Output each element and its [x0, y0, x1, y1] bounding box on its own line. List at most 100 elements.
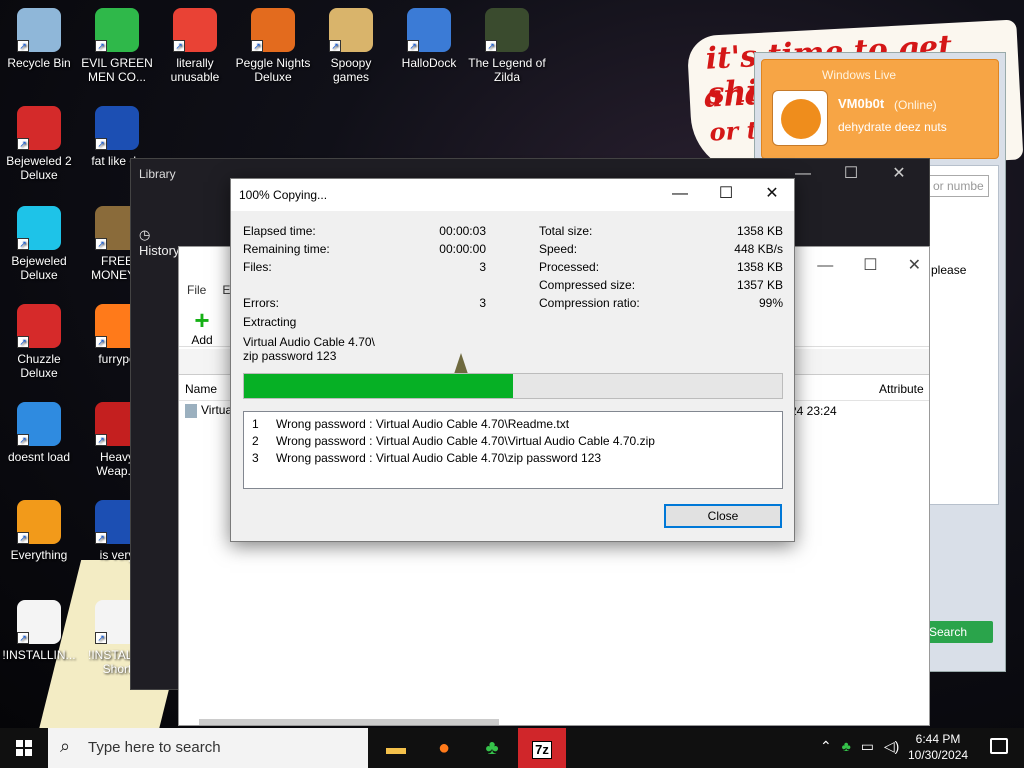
- desktop-icon[interactable]: ↗ Recycle Bin: [0, 8, 78, 70]
- windows-icon: ↗: [407, 8, 451, 52]
- desktop-icon-label: Spoopy games: [330, 56, 372, 84]
- mpl-icon: ↗: [95, 106, 139, 150]
- add-label: Add: [191, 333, 213, 347]
- stat-label-errors: Errors:: [243, 296, 279, 310]
- desktop-icon[interactable]: ↗ Spoopy games: [312, 8, 390, 84]
- column-name[interactable]: Name: [185, 382, 217, 396]
- close-button[interactable]: Close: [664, 504, 782, 528]
- sidebar-item-history[interactable]: ◷ History: [131, 223, 179, 258]
- avatar[interactable]: [772, 90, 828, 146]
- firefox-icon[interactable]: ●: [420, 728, 468, 768]
- progress-dialog[interactable]: 100% Copying... — ☐ ✕ Elapsed time: 00:0…: [230, 178, 795, 542]
- search-button[interactable]: Search: [923, 621, 993, 643]
- dialog-title: 100% Copying...: [239, 188, 328, 202]
- notification-icon[interactable]: [990, 738, 1008, 754]
- desktop-icon[interactable]: ↗ Bejeweled 2 Deluxe: [0, 106, 78, 182]
- desktop-icon[interactable]: ↗ Chuzzle Deluxe: [0, 304, 78, 380]
- speaker-icon[interactable]: ◁): [884, 738, 899, 754]
- stat-label-compressed-size: Compressed size:: [539, 278, 636, 292]
- desktop-icon-label: literally unusable: [170, 56, 220, 84]
- stat-label-remaining: Remaining time:: [243, 242, 330, 256]
- desktop-icon[interactable]: ↗ Peggle Nights Deluxe: [234, 8, 312, 84]
- current-file-line-2: zip password 123: [243, 349, 337, 363]
- desktop-icon-label: Bejeweled 2 Deluxe: [6, 154, 72, 182]
- network-icon[interactable]: ▭: [861, 738, 874, 754]
- desktop-icon[interactable]: ↗ Bejeweled Deluxe: [0, 206, 78, 282]
- sidebar-item-label: History: [139, 243, 180, 258]
- stat-label-elapsed: Elapsed time:: [243, 224, 316, 238]
- list-item[interactable]: 3 Wrong password : Virtual Audio Cable 4.…: [252, 451, 601, 465]
- table-row[interactable]: Virtual: [185, 403, 235, 418]
- 7zip-icon[interactable]: 7z: [518, 728, 566, 768]
- desktop-icon-label: HalloDock: [401, 56, 457, 70]
- taskbar: ⌕ Type here to search ▬ ● ♣ 7z ⌃ ♣ ▭ ◁) …: [0, 728, 1024, 768]
- desktop-icon[interactable]: ↗ doesnt load: [0, 402, 78, 464]
- desktop-icon[interactable]: ↗ Everything: [0, 500, 78, 562]
- stat-label-compression-ratio: Compression ratio:: [539, 296, 640, 310]
- desktop-icon[interactable]: ↗ HalloDock: [390, 8, 468, 70]
- row-date: 24 23:24: [790, 404, 837, 418]
- library-caption-buttons: — ☐ ✕: [779, 159, 929, 189]
- phone-number-input[interactable]: or numbe: [929, 175, 989, 197]
- user-status[interactable]: (Online): [894, 98, 937, 112]
- personal-message[interactable]: dehydrate deez nuts: [838, 120, 947, 134]
- desktop-icon[interactable]: ↗ The Legend of Zilda: [468, 8, 546, 84]
- start-button[interactable]: [0, 728, 48, 768]
- chrome-icon: ↗: [173, 8, 217, 52]
- current-file-line-1: Virtual Audio Cable 4.70\: [243, 335, 375, 349]
- maximize-icon[interactable]: ☐: [863, 257, 877, 274]
- message-text: Wrong password : Virtual Audio Cable 4.7…: [276, 417, 570, 431]
- recycle-bin-icon: ↗: [17, 8, 61, 52]
- desktop-icon[interactable]: ↗ !INSTALLIN...: [0, 600, 78, 662]
- stat-value-speed: 448 KB/s: [734, 242, 783, 256]
- menu-file[interactable]: File: [179, 279, 214, 301]
- maximize-icon[interactable]: ☐: [703, 179, 749, 211]
- fm-caption-buttons: — ☐ ✕: [787, 255, 921, 275]
- shortcut-arrow-icon: ↗: [485, 40, 497, 52]
- desktop-icon[interactable]: ↗ literally unusable: [156, 8, 234, 84]
- clock-date: 10/30/2024: [908, 748, 969, 762]
- chevron-up-icon[interactable]: ⌃: [820, 738, 832, 754]
- stat-label-files: Files:: [243, 260, 272, 274]
- shortcut-arrow-icon: ↗: [17, 532, 29, 544]
- file-explorer-icon[interactable]: ▬: [372, 728, 420, 768]
- taskbar-search-box[interactable]: ⌕ Type here to search: [48, 728, 368, 768]
- user-name: VM0b0t: [838, 96, 885, 111]
- error-message-list[interactable]: 1 Wrong password : Virtual Audio Cable 4.…: [243, 411, 783, 489]
- messenger-icon[interactable]: ♣: [468, 728, 516, 768]
- messenger-title: Windows Live: [822, 68, 897, 82]
- dialog-titlebar: 100% Copying... — ☐ ✕: [231, 179, 794, 211]
- close-icon[interactable]: ✕: [749, 179, 795, 211]
- close-icon[interactable]: ✕: [875, 159, 923, 189]
- list-item[interactable]: 1 Wrong password : Virtual Audio Cable 4.…: [252, 417, 569, 431]
- windows-logo-icon: [16, 740, 32, 756]
- minimize-icon[interactable]: —: [817, 257, 833, 274]
- plus-icon: +: [194, 305, 210, 335]
- shortcut-arrow-icon: ↗: [95, 138, 107, 150]
- minimize-icon[interactable]: —: [657, 179, 703, 211]
- stat-value-compression-ratio: 99%: [758, 296, 783, 310]
- message-number: 3: [252, 451, 259, 465]
- gem-icon: ↗: [17, 206, 61, 250]
- messenger-tray-icon[interactable]: ♣: [842, 738, 851, 754]
- shortcut-arrow-icon: ↗: [251, 40, 263, 52]
- progress-fill: [244, 374, 513, 398]
- desktop-icon-label: Bejeweled Deluxe: [11, 254, 67, 282]
- desktop-icon[interactable]: ↗ EVIL GREEN MEN CO...: [78, 8, 156, 84]
- desktop-icon-label: Chuzzle Deluxe: [17, 352, 61, 380]
- zelda-icon: ↗: [485, 8, 529, 52]
- peggle-icon: ↗: [251, 8, 295, 52]
- list-item[interactable]: 2 Wrong password : Virtual Audio Cable 4.…: [252, 434, 655, 448]
- desktop-icon-label: Recycle Bin: [7, 56, 71, 70]
- maximize-icon[interactable]: ☐: [827, 159, 875, 189]
- thunderbird-icon: ↗: [17, 402, 61, 446]
- shortcut-arrow-icon: ↗: [95, 532, 107, 544]
- add-button[interactable]: + Add: [187, 307, 217, 347]
- column-attributes[interactable]: Attribute: [879, 382, 924, 396]
- library-title: Library: [139, 167, 176, 181]
- desktop-icon-label: Everything: [10, 548, 68, 562]
- close-icon[interactable]: ✕: [908, 257, 921, 274]
- taskbar-clock[interactable]: 6:44 PM 10/30/2024: [908, 731, 968, 763]
- horizontal-scrollbar[interactable]: [199, 719, 499, 725]
- stat-value-errors: 3: [479, 296, 486, 310]
